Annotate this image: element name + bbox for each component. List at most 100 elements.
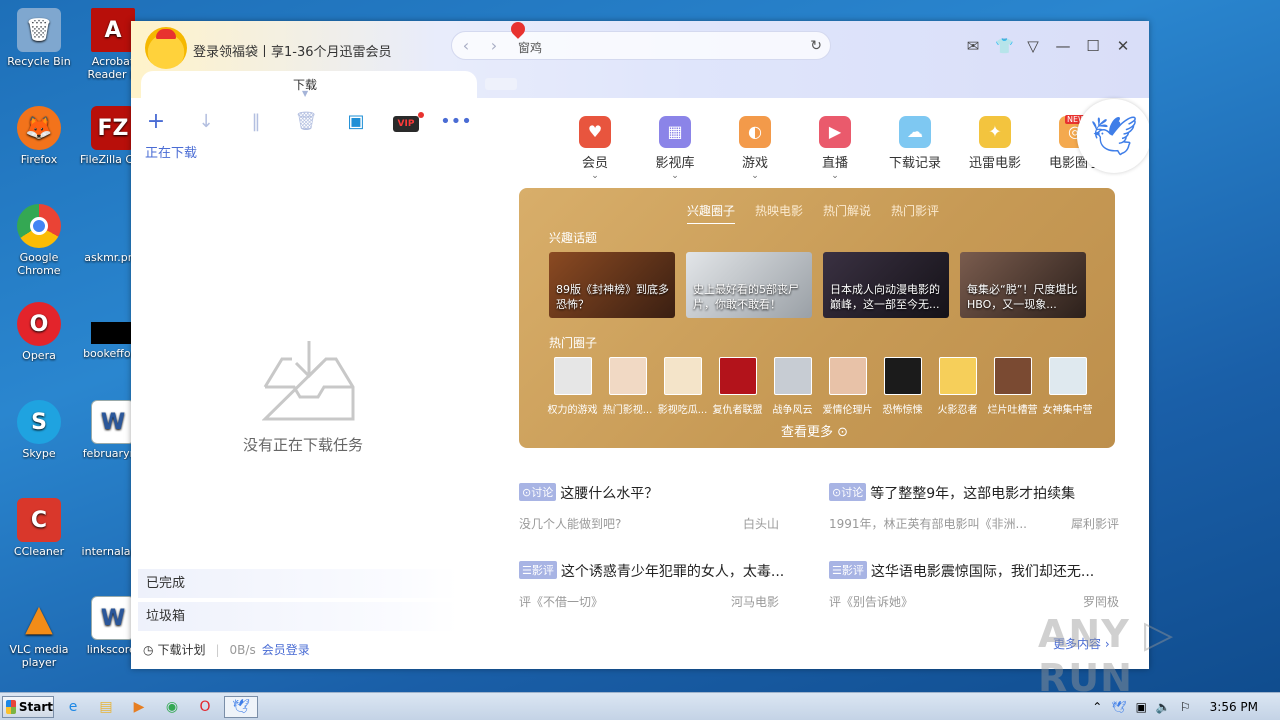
refresh-icon[interactable]: ↻ — [810, 38, 822, 54]
news-headline: 这华语电影震惊国际，我们却还无... — [870, 564, 1095, 580]
tab-browser[interactable] — [485, 78, 517, 90]
mail-icon[interactable]: ✉ — [965, 37, 981, 55]
delete-icon[interactable]: 🗑 — [281, 111, 331, 132]
news-summary: 1991年，林正英有部电影叫《非洲... — [829, 517, 1027, 531]
desktop-icon-skype[interactable]: S Skype — [0, 400, 78, 460]
start-button[interactable]: Start — [2, 695, 54, 718]
pause-icon[interactable]: ‖ — [231, 111, 281, 132]
action-center-flag-icon[interactable]: ⚐ — [1180, 700, 1191, 714]
circle-item[interactable]: 爱情伦理片 — [820, 357, 875, 416]
add-task-icon[interactable]: + — [131, 109, 181, 134]
circle-item[interactable]: 烂片吐槽营 — [985, 357, 1040, 416]
word-doc-icon: W — [91, 596, 135, 640]
explorer-folder-icon[interactable]: ▤ — [92, 696, 120, 718]
category-thunder-movie[interactable]: ✦ 迅雷电影 — [955, 116, 1035, 183]
bird-icon: ✦ — [979, 116, 1011, 148]
film-icon: ▦ — [659, 116, 691, 148]
minimize-icon[interactable]: — — [1055, 37, 1071, 55]
news-item[interactable]: ⊙讨论 等了整整9年，这部电影才拍续集 1991年，林正英有部电影叫《非洲... 犀… — [829, 483, 1119, 532]
skin-shirt-icon[interactable]: 👕 — [995, 37, 1014, 55]
ie-icon[interactable]: e — [59, 696, 87, 718]
circle-item[interactable]: 女神集中营 — [1040, 357, 1095, 416]
file-icon — [91, 322, 135, 344]
media-player-icon[interactable]: ▶ — [125, 696, 153, 718]
topic-card[interactable]: 89版《封神榜》到底多恐怖？ — [549, 252, 675, 318]
circle-item[interactable]: 恐怖惊悚 — [875, 357, 930, 416]
firefox-icon: 🦊 — [17, 106, 61, 150]
tab-hot-movies[interactable]: 热映电影 — [755, 202, 803, 224]
news-item[interactable]: ⊙讨论 这腰什么水平？ 没几个人能做到吧? 白头山 — [519, 483, 809, 532]
vip-icon[interactable]: VIP — [381, 110, 431, 132]
menu-icon[interactable]: ▽ — [1025, 37, 1041, 55]
topic-card[interactable]: 史上最好看的5部丧尸片，你敢不敢看！ — [686, 252, 812, 318]
tab-hot-reviews[interactable]: 热门影评 — [891, 202, 939, 224]
window-controls: ✉ 👕 ▽ — ☐ ✕ — [965, 37, 1131, 55]
maximize-icon[interactable]: ☐ — [1085, 37, 1101, 55]
network-icon[interactable]: ▣ — [1136, 700, 1147, 714]
circle-thumbnail — [883, 357, 922, 395]
address-bar[interactable]: ‹ › 窗鸡 ↻ — [451, 31, 831, 60]
see-more-link[interactable]: 查看更多 ⊙ — [781, 421, 848, 440]
downloading-tab[interactable]: 正在下载 — [145, 142, 197, 161]
recycle-bin-icon: 🗑 — [17, 8, 61, 52]
tv-play-icon: ▶ — [819, 116, 851, 148]
login-promo-link[interactable]: 登录领福袋丨享1-36个月迅雷会员 — [193, 41, 392, 60]
circle-item[interactable]: 战争风云 — [765, 357, 820, 416]
news-author: 罗罔极 — [1082, 595, 1119, 609]
circle-item[interactable]: 影视吃瓜... — [655, 357, 710, 416]
start-download-icon[interactable]: ↓ — [181, 111, 231, 132]
close-icon[interactable]: ✕ — [1115, 37, 1131, 55]
panel-tabs: 兴趣圈子 热映电影 热门解说 热门影评 — [687, 202, 939, 224]
download-plan-link[interactable]: 下载计划 — [157, 641, 205, 658]
skype-icon: S — [17, 400, 61, 444]
forward-icon[interactable]: › — [480, 36, 508, 55]
category-member[interactable]: ♥ 会员 ⌄ — [555, 116, 635, 183]
circle-thumbnail — [828, 357, 867, 395]
news-item[interactable]: ☰影评 这个诱惑青少年犯罪的女人，太毒... 评《不借一切》 河马电影 — [519, 561, 809, 610]
news-item[interactable]: ☰影评 这华语电影震惊国际，我们却还无... 评《别告诉她》 罗罔极 — [829, 561, 1119, 610]
member-login-link[interactable]: 会员登录 — [262, 641, 310, 658]
topic-card[interactable]: 每集必“脱”！尺度堪比HBO，又一现象... — [960, 252, 1086, 318]
thunder-taskbar-icon[interactable]: 🕊 — [224, 695, 258, 718]
thunder-logo-icon[interactable]: 🕊 — [1077, 99, 1149, 173]
tab-hot-commentary[interactable]: 热门解说 — [823, 202, 871, 224]
topic-card[interactable]: 日本成人向动漫电影的巅峰，这一部至今无... — [823, 252, 949, 318]
category-games[interactable]: ◐ 游戏 ⌄ — [715, 116, 795, 183]
download-toolbar: + ↓ ‖ 🗑 ▣ VIP ••• — [131, 106, 481, 136]
completed-tab[interactable]: 已完成 — [138, 569, 458, 598]
image-file-icon — [91, 204, 135, 248]
desktop-icon-vlc[interactable]: ▲ VLC media player — [0, 596, 78, 670]
circle-thumbnail — [1048, 357, 1087, 395]
desktop-icon-ccleaner[interactable]: C CCleaner — [0, 498, 78, 558]
title-bar: 登录领福袋丨享1-36个月迅雷会员 ‹ › 窗鸡 ↻ ✉ 👕 ▽ — ☐ ✕ 下… — [131, 21, 1149, 99]
desktop-icon-recycle-bin[interactable]: 🗑 Recycle Bin — [0, 8, 78, 68]
circle-item[interactable]: 火影忍者 — [930, 357, 985, 416]
category-live[interactable]: ▶ 直播 ⌄ — [795, 116, 875, 183]
acrobat-icon: A — [91, 8, 135, 52]
desktop-icon-chrome[interactable]: Google Chrome — [0, 204, 78, 277]
circle-item[interactable]: 热门影视... — [600, 357, 655, 416]
clock[interactable]: 3:56 PM — [1210, 700, 1258, 714]
user-avatar[interactable] — [145, 27, 187, 69]
circle-list: 权力的游戏 热门影视... 影视吃瓜... 复仇者联盟 战争风云 爱情伦理片 恐… — [545, 357, 1095, 416]
circle-item[interactable]: 权力的游戏 — [545, 357, 600, 416]
news-headline: 等了整整9年，这部电影才拍续集 — [870, 486, 1076, 502]
thunder-tray-icon[interactable]: 🕊 — [1111, 700, 1126, 714]
mobile-icon[interactable]: ▣ — [331, 111, 381, 132]
opera-taskbar-icon[interactable]: O — [191, 696, 219, 718]
more-icon[interactable]: ••• — [431, 111, 481, 132]
desktop-icon-firefox[interactable]: 🦊 Firefox — [0, 106, 78, 166]
cloud-icon: ☁ — [899, 116, 931, 148]
trash-tab[interactable]: 垃圾箱 — [138, 602, 458, 631]
back-icon[interactable]: ‹ — [452, 36, 480, 55]
tab-interest-circles[interactable]: 兴趣圈子 — [687, 202, 736, 224]
category-film-library[interactable]: ▦ 影视库 ⌄ — [635, 116, 715, 183]
volume-icon[interactable]: 🔈 — [1156, 700, 1171, 714]
circle-item[interactable]: 复仇者联盟 — [710, 357, 765, 416]
tray-expand-icon[interactable]: ⌃ — [1092, 700, 1102, 714]
desktop-icon-opera[interactable]: O Opera — [0, 302, 78, 362]
chrome-taskbar-icon[interactable]: ◉ — [158, 696, 186, 718]
category-nav: ♥ 会员 ⌄ ▦ 影视库 ⌄ ◐ 游戏 ⌄ ▶ 直播 ⌄ ☁ 下载记录 ✦ 迅雷电影 ◎ 电影圈子 — [555, 116, 1115, 183]
divider: | — [215, 642, 220, 657]
category-download-history[interactable]: ☁ 下载记录 — [875, 116, 955, 183]
